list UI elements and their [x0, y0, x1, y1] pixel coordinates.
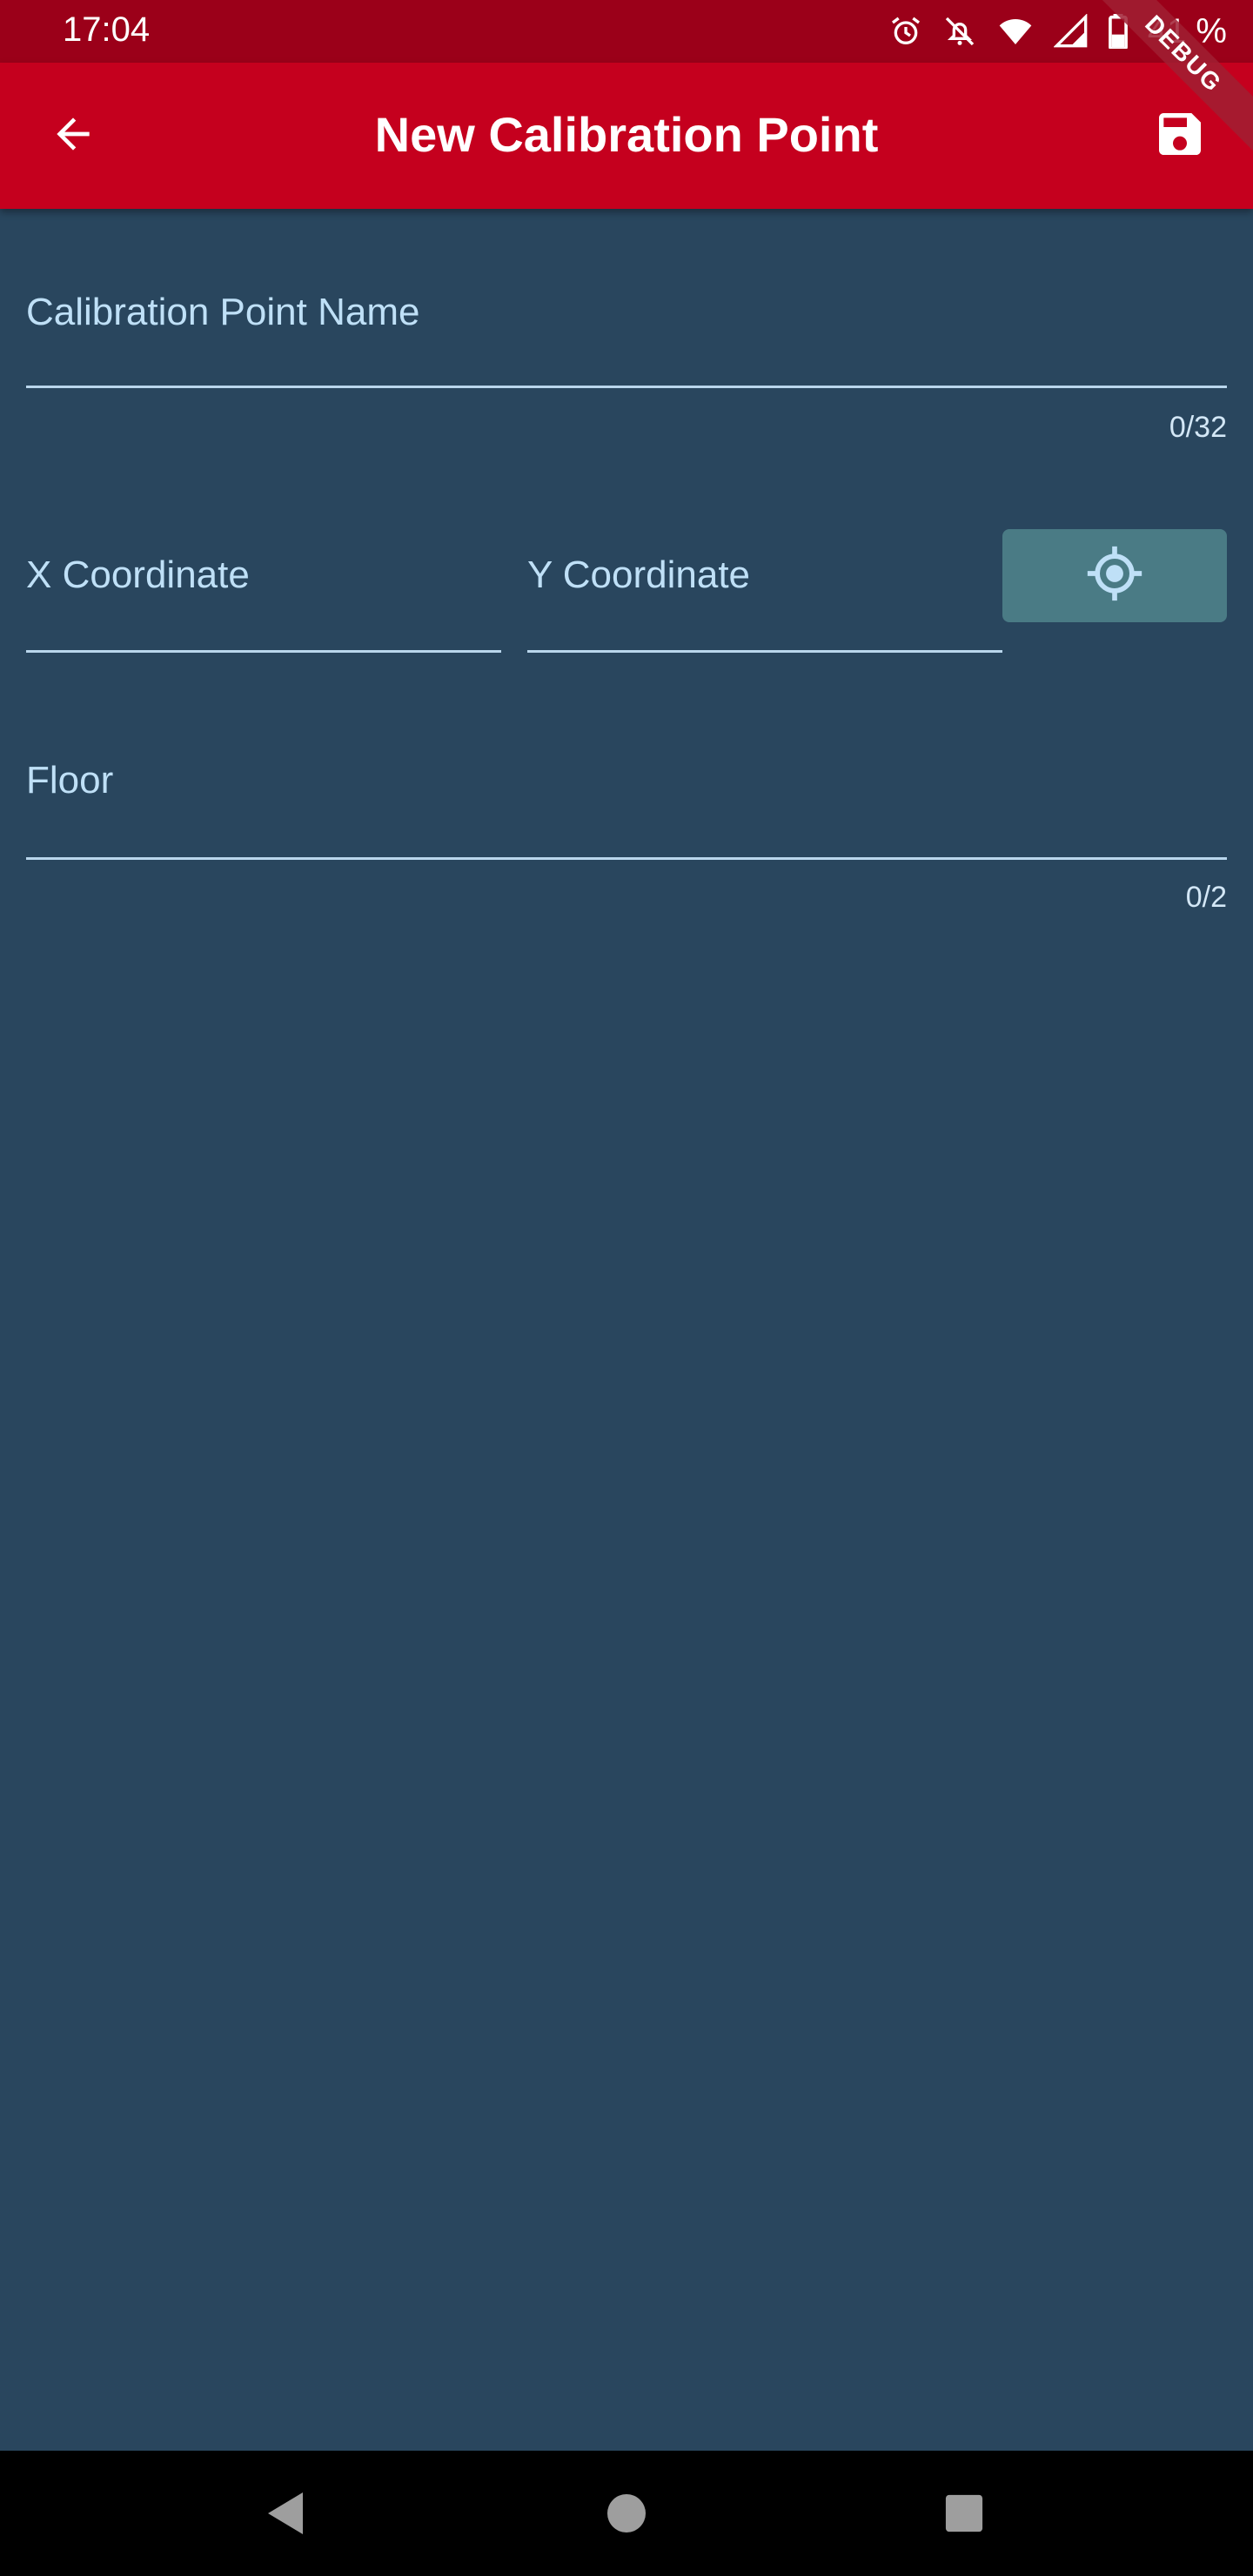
gps-target-icon: [1085, 544, 1144, 607]
x-coordinate-input[interactable]: [26, 529, 505, 653]
name-character-counter: 0/32: [1169, 411, 1227, 444]
app-bar: New Calibration Point: [0, 63, 1253, 209]
locate-button[interactable]: [1002, 529, 1227, 622]
system-navigation-bar: [0, 2451, 1253, 2576]
page-title: New Calibration Point: [374, 107, 879, 162]
input-underline: [26, 386, 1227, 388]
input-underline: [26, 857, 1227, 860]
cell-signal-icon: [1053, 14, 1089, 49]
save-button[interactable]: [1145, 101, 1215, 171]
notifications-off-icon: [942, 14, 977, 49]
y-coordinate-field[interactable]: Y Coordinate: [527, 529, 1006, 653]
nav-home-button[interactable]: [599, 2485, 654, 2541]
floor-character-counter: 0/2: [1185, 881, 1227, 914]
x-coordinate-field[interactable]: X Coordinate: [26, 529, 505, 653]
status-bar: 17:04 41 %: [0, 0, 1253, 63]
input-underline: [26, 650, 501, 653]
nav-recents-button[interactable]: [936, 2485, 992, 2541]
nav-back-button[interactable]: [258, 2485, 313, 2541]
floor-field[interactable]: Floor: [26, 738, 1230, 860]
input-underline: [527, 650, 1002, 653]
wifi-icon: [996, 14, 1035, 49]
alarm-icon: [888, 14, 923, 49]
status-time: 17:04: [63, 10, 151, 49]
y-coordinate-input[interactable]: [527, 529, 1006, 653]
save-icon: [1152, 106, 1208, 166]
calibration-point-name-field[interactable]: Calibration Point Name: [26, 268, 1230, 388]
calibration-point-name-input[interactable]: [26, 268, 1230, 388]
floor-input[interactable]: [26, 738, 1230, 860]
